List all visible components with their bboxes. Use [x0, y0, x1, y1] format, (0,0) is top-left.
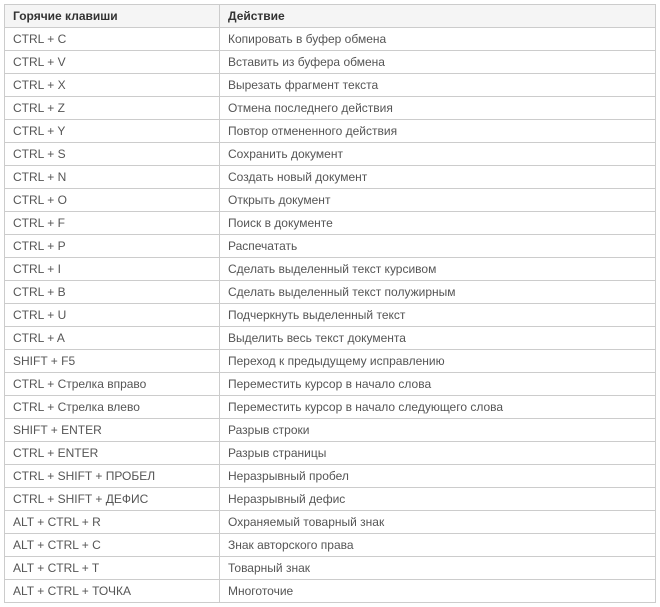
cell-action: Подчеркнуть выделенный текст — [220, 304, 656, 327]
table-row: CTRL + Стрелка влевоПереместить курсор в… — [5, 396, 656, 419]
cell-key: CTRL + C — [5, 28, 220, 51]
cell-action: Сделать выделенный текст курсивом — [220, 258, 656, 281]
table-row: CTRL + BСделать выделенный текст полужир… — [5, 281, 656, 304]
cell-key: CTRL + B — [5, 281, 220, 304]
cell-action: Вставить из буфера обмена — [220, 51, 656, 74]
table-row: CTRL + SСохранить документ — [5, 143, 656, 166]
cell-key: ALT + CTRL + R — [5, 511, 220, 534]
table-row: ALT + CTRL + TТоварный знак — [5, 557, 656, 580]
cell-action: Повтор отмененного действия — [220, 120, 656, 143]
cell-key: CTRL + ENTER — [5, 442, 220, 465]
table-row: ALT + CTRL + CЗнак авторского права — [5, 534, 656, 557]
cell-key: CTRL + N — [5, 166, 220, 189]
table-row: CTRL + UПодчеркнуть выделенный текст — [5, 304, 656, 327]
cell-action: Распечатать — [220, 235, 656, 258]
cell-action: Переместить курсор в начало слова — [220, 373, 656, 396]
table-row: CTRL + VВставить из буфера обмена — [5, 51, 656, 74]
table-row: CTRL + AВыделить весь текст документа — [5, 327, 656, 350]
cell-action: Охраняемый товарный знак — [220, 511, 656, 534]
cell-action: Вырезать фрагмент текста — [220, 74, 656, 97]
cell-action: Копировать в буфер обмена — [220, 28, 656, 51]
table-row: CTRL + FПоиск в документе — [5, 212, 656, 235]
table-row: SHIFT + F5Переход к предыдущему исправле… — [5, 350, 656, 373]
cell-action: Товарный знак — [220, 557, 656, 580]
cell-action: Создать новый документ — [220, 166, 656, 189]
table-row: CTRL + Стрелка вправоПереместить курсор … — [5, 373, 656, 396]
cell-key: CTRL + Стрелка влево — [5, 396, 220, 419]
cell-action: Разрыв строки — [220, 419, 656, 442]
cell-key: CTRL + SHIFT + ПРОБЕЛ — [5, 465, 220, 488]
cell-key: CTRL + F — [5, 212, 220, 235]
cell-key: CTRL + Стрелка вправо — [5, 373, 220, 396]
cell-key: CTRL + V — [5, 51, 220, 74]
cell-action: Знак авторского права — [220, 534, 656, 557]
cell-key: CTRL + A — [5, 327, 220, 350]
table-row: CTRL + IСделать выделенный текст курсиво… — [5, 258, 656, 281]
table-row: CTRL + SHIFT + ПРОБЕЛНеразрывный пробел — [5, 465, 656, 488]
table-row: CTRL + OОткрыть документ — [5, 189, 656, 212]
cell-action: Поиск в документе — [220, 212, 656, 235]
cell-key: CTRL + SHIFT + ДЕФИС — [5, 488, 220, 511]
cell-action: Неразрывный дефис — [220, 488, 656, 511]
cell-action: Сделать выделенный текст полужирным — [220, 281, 656, 304]
cell-action: Неразрывный пробел — [220, 465, 656, 488]
cell-action: Открыть документ — [220, 189, 656, 212]
table-header-row: Горячие клавиши Действие — [5, 5, 656, 28]
table-row: CTRL + ZОтмена последнего действия — [5, 97, 656, 120]
cell-key: SHIFT + ENTER — [5, 419, 220, 442]
cell-key: CTRL + Y — [5, 120, 220, 143]
shortcuts-table: Горячие клавиши Действие CTRL + CКопиров… — [4, 4, 656, 603]
cell-action: Разрыв страницы — [220, 442, 656, 465]
table-row: CTRL + SHIFT + ДЕФИСНеразрывный дефис — [5, 488, 656, 511]
cell-action: Отмена последнего действия — [220, 97, 656, 120]
table-row: ALT + CTRL + RОхраняемый товарный знак — [5, 511, 656, 534]
cell-key: CTRL + S — [5, 143, 220, 166]
table-row: SHIFT + ENTERРазрыв строки — [5, 419, 656, 442]
table-row: CTRL + ENTERРазрыв страницы — [5, 442, 656, 465]
cell-key: ALT + CTRL + ТОЧКА — [5, 580, 220, 603]
cell-key: CTRL + I — [5, 258, 220, 281]
table-row: CTRL + PРаспечатать — [5, 235, 656, 258]
cell-action: Многоточие — [220, 580, 656, 603]
header-action: Действие — [220, 5, 656, 28]
cell-key: CTRL + X — [5, 74, 220, 97]
table-row: CTRL + XВырезать фрагмент текста — [5, 74, 656, 97]
table-row: CTRL + YПовтор отмененного действия — [5, 120, 656, 143]
table-row: CTRL + CКопировать в буфер обмена — [5, 28, 656, 51]
cell-key: CTRL + O — [5, 189, 220, 212]
cell-key: ALT + CTRL + T — [5, 557, 220, 580]
table-row: ALT + CTRL + ТОЧКАМноготочие — [5, 580, 656, 603]
table-row: CTRL + NСоздать новый документ — [5, 166, 656, 189]
cell-key: SHIFT + F5 — [5, 350, 220, 373]
cell-key: ALT + CTRL + C — [5, 534, 220, 557]
cell-key: CTRL + P — [5, 235, 220, 258]
cell-action: Сохранить документ — [220, 143, 656, 166]
cell-action: Переместить курсор в начало следующего с… — [220, 396, 656, 419]
header-key: Горячие клавиши — [5, 5, 220, 28]
cell-key: CTRL + Z — [5, 97, 220, 120]
cell-key: CTRL + U — [5, 304, 220, 327]
cell-action: Переход к предыдущему исправлению — [220, 350, 656, 373]
cell-action: Выделить весь текст документа — [220, 327, 656, 350]
